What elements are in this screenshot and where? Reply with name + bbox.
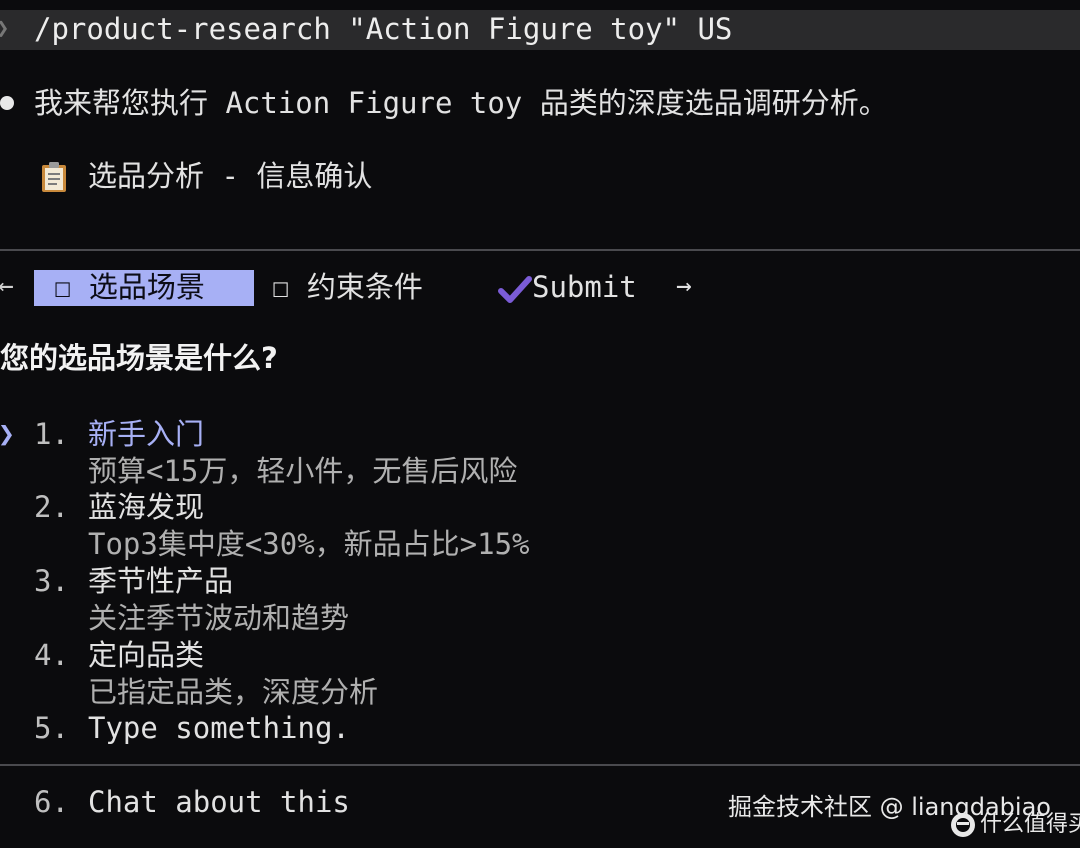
selection-pointer-icon: ❯ bbox=[0, 420, 15, 448]
option-description: 预算<15万，轻小件，无售后风险 bbox=[88, 454, 518, 488]
option-chat-about-this[interactable]: Chat about this bbox=[88, 788, 350, 817]
checkmark-icon bbox=[498, 276, 532, 303]
tab-constraints[interactable]: ☐ 约束条件 bbox=[272, 273, 423, 302]
option-number: 6. bbox=[34, 785, 69, 819]
option-number: 1. bbox=[34, 417, 69, 451]
option-description: 关注季节波动和趋势 bbox=[88, 601, 350, 635]
option-new-beginner[interactable]: 新手入门 bbox=[88, 420, 204, 449]
smzdm-logo-icon bbox=[951, 813, 975, 837]
divider-top bbox=[0, 249, 1080, 251]
command-input[interactable]: /product-research "Action Figure toy" US bbox=[34, 15, 732, 44]
option-number: 3. bbox=[34, 564, 69, 598]
watermark-brand: 什么值得买 bbox=[980, 812, 1080, 837]
option-targeted-category[interactable]: 定向品类 bbox=[88, 641, 204, 670]
option-type-something[interactable]: Type something. bbox=[88, 714, 350, 743]
option-number: 2. bbox=[34, 490, 69, 524]
section-title: 选品分析 - 信息确认 bbox=[88, 159, 373, 193]
bullet-icon bbox=[0, 96, 14, 110]
option-blue-ocean[interactable]: 蓝海发现 bbox=[88, 493, 204, 522]
clipboard-icon bbox=[42, 162, 66, 192]
tab-scenario[interactable]: ☐ 选品场景 bbox=[54, 273, 205, 302]
divider-bottom bbox=[0, 764, 1080, 766]
tab-submit[interactable]: Submit bbox=[532, 273, 637, 302]
option-number: 5. bbox=[34, 711, 69, 745]
option-seasonal[interactable]: 季节性产品 bbox=[88, 567, 233, 596]
question-heading: 您的选品场景是什么? bbox=[0, 341, 278, 375]
intro-message: 我来帮您执行 Action Figure toy 品类的深度选品调研分析。 bbox=[34, 86, 888, 120]
option-number: 4. bbox=[34, 638, 69, 672]
tab-prev-arrow[interactable]: ← bbox=[0, 273, 14, 299]
command-prompt-symbol: ❯ bbox=[0, 18, 9, 40]
tab-next-arrow[interactable]: → bbox=[676, 273, 692, 299]
option-description: 已指定品类，深度分析 bbox=[88, 675, 379, 709]
option-description: Top3集中度<30%，新品占比>15% bbox=[88, 527, 530, 561]
